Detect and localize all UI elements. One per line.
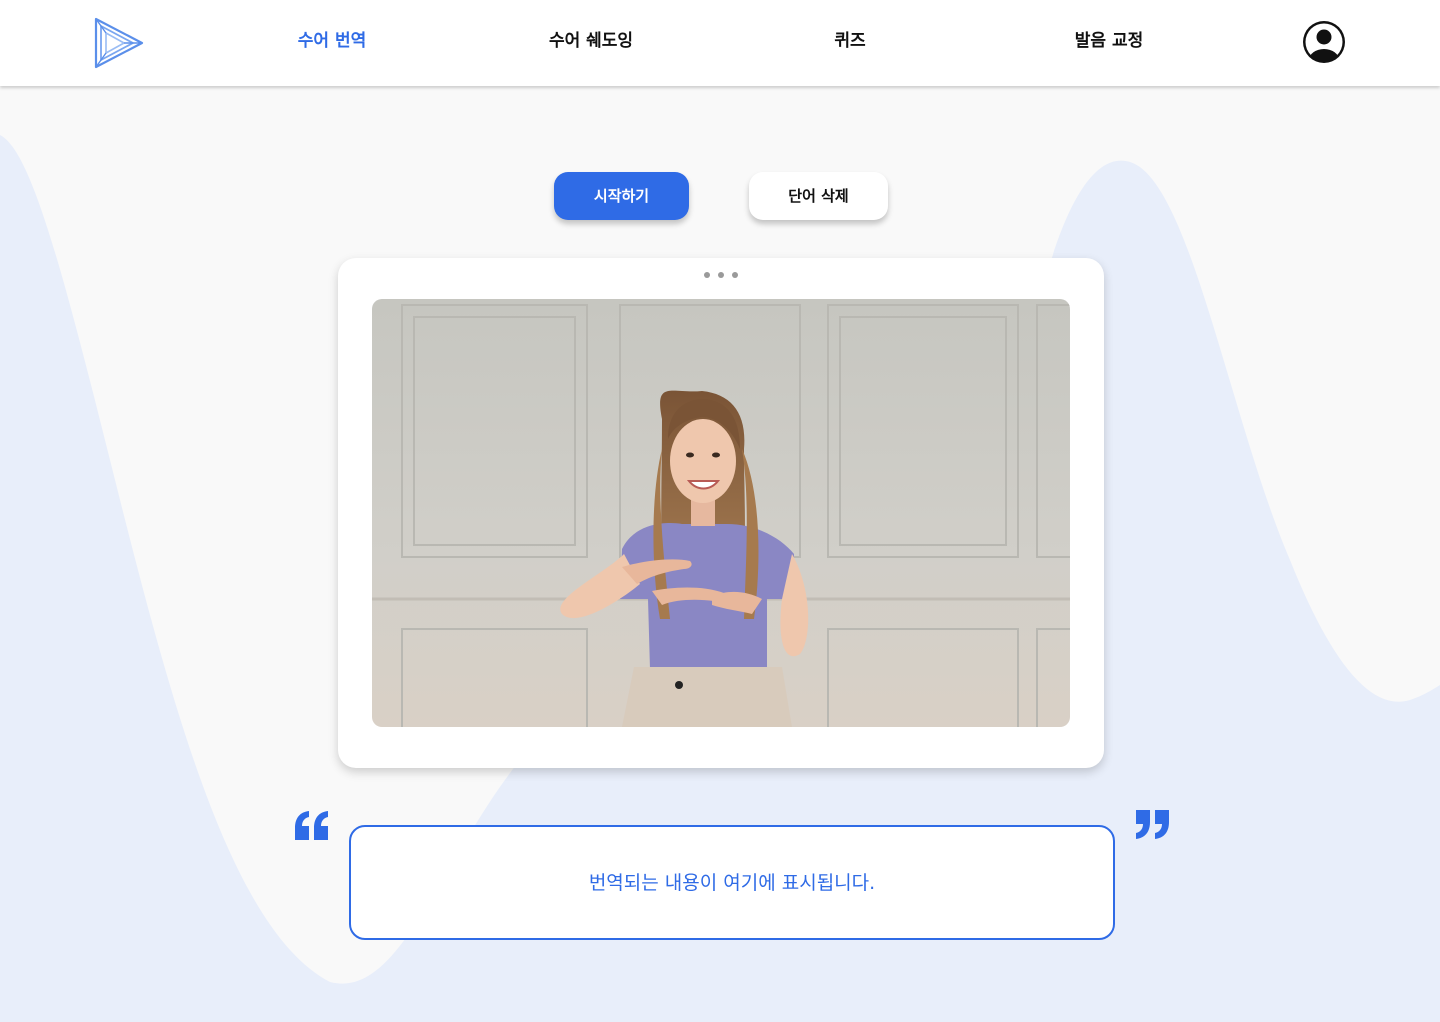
camera-feed-image [372, 299, 1070, 727]
top-navigation-bar: 수어 번역 수어 쉐도잉 퀴즈 발음 교정 [0, 0, 1440, 86]
delete-word-button[interactable]: 단어 삭제 [749, 172, 888, 220]
start-button[interactable]: 시작하기 [554, 172, 689, 220]
user-avatar-icon[interactable] [1302, 20, 1346, 64]
more-dots-icon[interactable] [704, 272, 738, 280]
video-card [338, 258, 1104, 768]
nav-item-sign-shadowing[interactable]: 수어 쉐도잉 [549, 29, 633, 53]
open-quote-icon [293, 810, 331, 846]
translation-placeholder-text: 번역되는 내용이 여기에 표시됩니다. [588, 871, 876, 894]
nav-item-pronunciation[interactable]: 발음 교정 [1075, 29, 1143, 53]
play-triangle-logo-icon[interactable] [90, 15, 146, 71]
translation-output-box: 번역되는 내용이 여기에 표시됩니다. [349, 825, 1115, 940]
nav-item-sign-translation[interactable]: 수어 번역 [298, 29, 366, 53]
close-quote-icon [1133, 808, 1171, 844]
nav-item-quiz[interactable]: 퀴즈 [834, 29, 865, 53]
